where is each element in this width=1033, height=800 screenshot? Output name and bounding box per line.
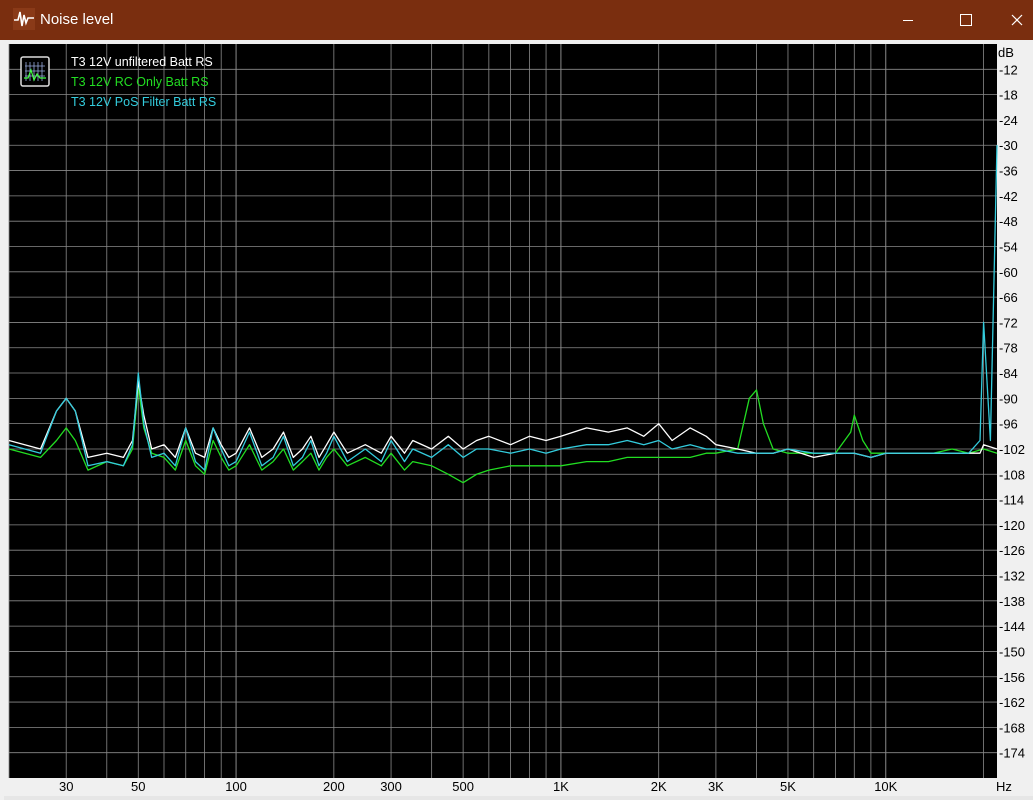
- y-tick-label: -162: [999, 695, 1025, 710]
- y-tick-label: -66: [999, 290, 1018, 305]
- maximize-icon: [960, 14, 972, 26]
- y-tick-label: -126: [999, 543, 1025, 558]
- x-tick-label: 300: [380, 779, 402, 794]
- y-tick-label: -96: [999, 417, 1018, 432]
- x-tick-label: 2K: [651, 779, 667, 794]
- y-tick-label: -18: [999, 88, 1018, 103]
- y-tick-label: -138: [999, 594, 1025, 609]
- title-bar[interactable]: Noise level: [0, 0, 1033, 40]
- y-tick-label: -114: [999, 493, 1024, 508]
- y-tick-label: -78: [999, 341, 1018, 356]
- close-icon: [1011, 14, 1023, 26]
- y-tick-label: -102: [999, 442, 1025, 457]
- y-tick-label: -42: [999, 189, 1018, 204]
- y-tick-label: -132: [999, 569, 1025, 584]
- x-axis: 30 50 100 200 300 500 1K 2K 3K 5K 10K: [59, 779, 898, 794]
- y-tick-label: -60: [999, 265, 1018, 280]
- y-tick-label: -54: [999, 239, 1018, 254]
- x-tick-label: 500: [452, 779, 474, 794]
- legend-item-unfiltered[interactable]: T3 12V unfiltered Batt RS: [71, 55, 213, 69]
- y-tick-label: -150: [999, 644, 1025, 659]
- x-tick-label: 200: [323, 779, 345, 794]
- noise-level-window: Noise level T3 12V unfiltered Batt RS T3…: [0, 0, 1033, 800]
- plot-area[interactable]: [9, 44, 997, 778]
- y-tick-label: -36: [999, 164, 1018, 179]
- minimize-button[interactable]: [885, 0, 931, 40]
- y-tick-label: -156: [999, 670, 1025, 685]
- x-tick-label: 100: [225, 779, 247, 794]
- x-tick-label: 1K: [553, 779, 569, 794]
- horizontal-scrollbar[interactable]: [4, 796, 1033, 800]
- y-tick-label: -174: [999, 746, 1025, 761]
- y-tick-label: -168: [999, 720, 1025, 735]
- close-button[interactable]: [1001, 0, 1033, 40]
- minimize-icon: [903, 20, 913, 21]
- y-tick-label: -24: [999, 113, 1018, 128]
- x-unit-label: Hz: [996, 779, 1012, 794]
- window-title: Noise level: [40, 11, 114, 28]
- x-tick-label: 50: [131, 779, 145, 794]
- legend-item-pos-filter[interactable]: T3 12V PoS Filter Batt RS: [71, 95, 216, 109]
- y-tick-label: -72: [999, 315, 1018, 330]
- y-tick-label: -90: [999, 391, 1018, 406]
- noise-spectrum-chart[interactable]: T3 12V unfiltered Batt RS T3 12V RC Only…: [4, 40, 1033, 800]
- y-tick-label: -84: [999, 366, 1018, 381]
- plot-frame: T3 12V unfiltered Batt RS T3 12V RC Only…: [4, 40, 1033, 800]
- y-tick-label: -12: [999, 62, 1018, 77]
- y-tick-label: -108: [999, 467, 1025, 482]
- y-tick-label: -30: [999, 138, 1018, 153]
- y-tick-label: -120: [999, 518, 1025, 533]
- x-tick-label: 10K: [874, 779, 897, 794]
- waveform-icon: [13, 8, 35, 30]
- y-unit-label: dB: [998, 45, 1014, 60]
- maximize-button[interactable]: [943, 0, 989, 40]
- x-tick-label: 5K: [780, 779, 796, 794]
- legend-item-rc-only[interactable]: T3 12V RC Only Batt RS: [71, 75, 209, 89]
- legend-icon[interactable]: [20, 56, 50, 87]
- x-tick-label: 3K: [708, 779, 724, 794]
- y-tick-label: -48: [999, 214, 1018, 229]
- x-tick-label: 30: [59, 779, 73, 794]
- y-tick-label: -144: [999, 619, 1025, 634]
- y-axis: -12 -18 -24 -30 -36 -42 -48 -54 -60 -66 -72 -78 -84 -…: [999, 62, 1025, 760]
